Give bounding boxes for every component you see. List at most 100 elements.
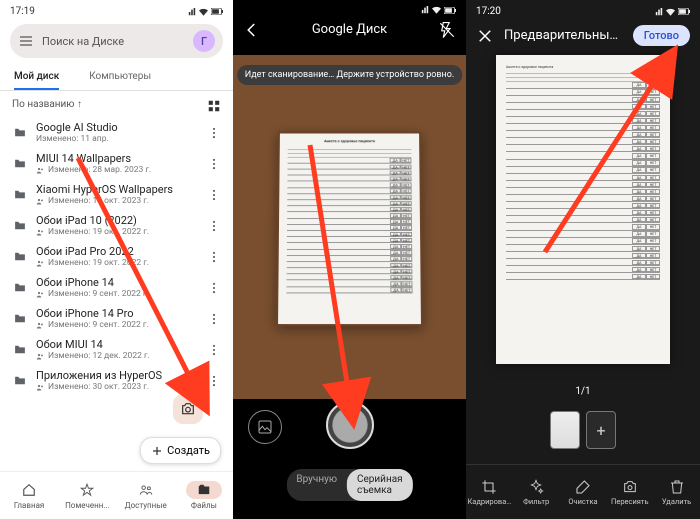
- gallery-button[interactable]: [248, 410, 282, 444]
- flash-off-icon[interactable]: [438, 21, 456, 39]
- nav-shared[interactable]: Доступные: [117, 472, 175, 519]
- page-preview[interactable]: Анкета о здоровье пациентаДАНЕТДАНЕТДАНЕ…: [496, 55, 670, 364]
- more-icon[interactable]: [207, 126, 221, 140]
- tool-label: Очистка: [568, 497, 597, 506]
- folder-row[interactable]: Обои iPhone 14 Изменено: 9 сент. 2022 г.: [0, 272, 233, 303]
- nav-home[interactable]: Главная: [0, 472, 58, 519]
- folder-icon: [12, 188, 28, 201]
- edit-tools: Кадрирова… Фильтр Очистка Пересиять Удал…: [466, 464, 700, 519]
- scanning-toast: Идет сканирование… Держите устройство ро…: [237, 65, 463, 85]
- folder-row[interactable]: Обои iPad 10 (2022) Изменено: 19 окт. 20…: [0, 210, 233, 241]
- nav-starred[interactable]: Помеченн...: [58, 472, 116, 519]
- more-icon[interactable]: [207, 343, 221, 357]
- tool-delete[interactable]: Удалить: [653, 465, 700, 519]
- view-grid-icon[interactable]: [207, 99, 221, 113]
- folder-sub: Изменено: 30 окт. 2023 г.: [36, 382, 199, 392]
- tool-label: Кадрирова…: [467, 497, 511, 506]
- close-icon[interactable]: [476, 27, 494, 45]
- folder-row[interactable]: Google AI Studio Изменено: 11 апр.: [0, 117, 233, 148]
- done-button[interactable]: Готово: [633, 25, 690, 46]
- folder-icon: [12, 157, 28, 170]
- drive-tabs: Мой диск Компьютеры: [0, 63, 233, 91]
- tab-my-drive[interactable]: Мой диск: [14, 65, 59, 90]
- folder-row[interactable]: Xiaomi HyperOS Wallpapers Изменено: 18 о…: [0, 179, 233, 210]
- nav-label: Помеченн...: [65, 501, 110, 510]
- folder-icon: [12, 219, 28, 232]
- folder-icon: [12, 343, 28, 356]
- folder-sub: Изменено: 18 окт. 2023 г.: [36, 196, 199, 206]
- page-counter: 1/1: [466, 386, 700, 397]
- nav-files[interactable]: Файлы: [175, 472, 233, 519]
- tool-crop[interactable]: Кадрирова…: [466, 465, 513, 519]
- status-bar: 17:19: [0, 0, 233, 19]
- camera-viewfinder: Анкета о здоровье пациентаДАНЕТДАНЕТДАНЕ…: [233, 55, 466, 399]
- mode-auto[interactable]: Серийная съемка: [347, 469, 413, 501]
- folder-name: Обои iPad Pro 2022: [36, 245, 199, 258]
- add-page-button[interactable]: +: [586, 411, 616, 449]
- folder-icon: [12, 281, 28, 294]
- page-thumb[interactable]: [550, 411, 580, 449]
- page-thumbs: +: [550, 411, 616, 449]
- sort-row: По названию ↑: [0, 91, 233, 117]
- status-time: 17:20: [476, 6, 501, 17]
- folder-sub: Изменено: 11 апр.: [36, 134, 199, 144]
- tool-retake[interactable]: Пересиять: [606, 465, 653, 519]
- more-icon[interactable]: [207, 312, 221, 326]
- folder-name: Xiaomi HyperOS Wallpapers: [36, 183, 199, 196]
- create-label: Создать: [167, 444, 210, 457]
- folder-name: Google AI Studio: [36, 121, 199, 134]
- nav-label: Файлы: [191, 501, 217, 510]
- capture-button[interactable]: [326, 401, 374, 449]
- folder-name: Обои iPhone 14: [36, 276, 199, 289]
- folder-name: Обои iPhone 14 Pro: [36, 307, 199, 320]
- folder-icon: [12, 374, 28, 387]
- menu-icon[interactable]: [18, 33, 34, 49]
- folder-sub: Изменено: 12 дек. 2022 г.: [36, 351, 199, 361]
- more-icon[interactable]: [207, 374, 221, 388]
- status-bar: [233, 0, 466, 16]
- search-bar[interactable]: Поиск на Диске Г: [10, 24, 223, 58]
- folder-icon: [12, 312, 28, 325]
- folder-sub: Изменено: 19 окт. 2022 г.: [36, 227, 199, 237]
- preview-header: Предварительный п… Готово: [466, 19, 700, 52]
- status-time: 17:19: [10, 6, 35, 17]
- folder-row[interactable]: Обои iPad Pro 2022 Изменено: 19 окт. 202…: [0, 241, 233, 272]
- more-icon[interactable]: [207, 281, 221, 295]
- tool-clean[interactable]: Очистка: [560, 465, 607, 519]
- more-icon[interactable]: [207, 250, 221, 264]
- folder-sub: Изменено: 9 сент. 2022 г.: [36, 289, 199, 299]
- status-bar: 17:20: [466, 0, 700, 19]
- status-icons: [421, 6, 456, 14]
- scan-header: Google Диск: [233, 16, 466, 43]
- status-icons: [655, 6, 690, 17]
- avatar[interactable]: Г: [193, 30, 215, 52]
- tab-computers[interactable]: Компьютеры: [89, 65, 151, 90]
- sort-label[interactable]: По названию ↑: [12, 99, 82, 113]
- more-icon[interactable]: [207, 157, 221, 171]
- tool-label: Удалить: [662, 497, 691, 506]
- folder-row[interactable]: Обои MIUI 14 Изменено: 12 дек. 2022 г.: [0, 334, 233, 365]
- tool-filter[interactable]: Фильтр: [513, 465, 560, 519]
- image-icon: [257, 419, 273, 435]
- tool-label: Фильтр: [523, 497, 549, 506]
- scan-button[interactable]: [173, 394, 203, 424]
- mode-manual[interactable]: Вручную: [286, 469, 347, 501]
- folder-icon: [12, 126, 28, 139]
- back-icon[interactable]: [243, 21, 261, 39]
- folder-name: MIUI 14 Wallpapers: [36, 152, 199, 165]
- folder-row[interactable]: MIUI 14 Wallpapers Изменено: 28 мар. 202…: [0, 148, 233, 179]
- more-icon[interactable]: [207, 188, 221, 202]
- folder-list: Google AI Studio Изменено: 11 апр. MIUI …: [0, 117, 233, 396]
- bottom-nav: Главная Помеченн... Доступные Файлы: [0, 471, 233, 519]
- capture-modes: Вручную Серийная съемка: [286, 469, 412, 501]
- folder-sub: Изменено: 28 мар. 2023 г.: [36, 165, 199, 175]
- folder-row[interactable]: Обои iPhone 14 Pro Изменено: 9 сент. 202…: [0, 303, 233, 334]
- create-button[interactable]: Создать: [140, 437, 221, 464]
- more-icon[interactable]: [207, 219, 221, 233]
- folder-row[interactable]: Приложения из HyperOS Изменено: 30 окт. …: [0, 365, 233, 396]
- scanned-document: Анкета о здоровье пациентаДАНЕТДАНЕТДАНЕ…: [276, 131, 423, 326]
- nav-label: Главная: [14, 501, 44, 510]
- status-icons: [188, 6, 223, 17]
- scan-title: Google Диск: [312, 22, 387, 37]
- folder-icon: [12, 250, 28, 263]
